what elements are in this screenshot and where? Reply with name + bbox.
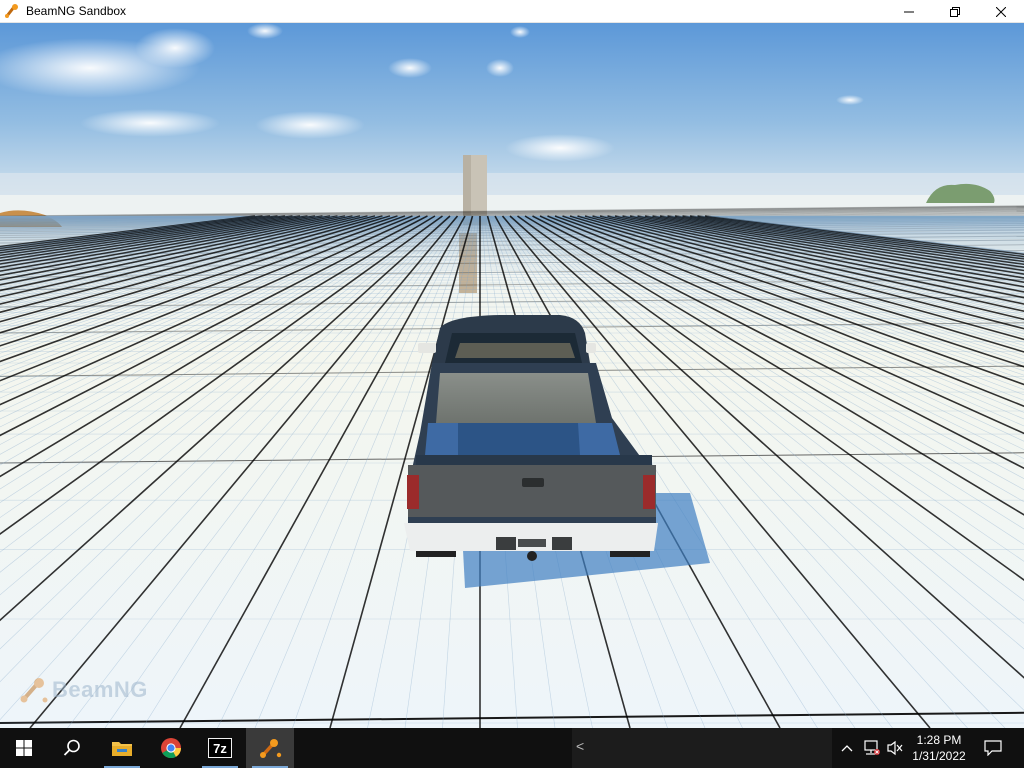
beamng-button[interactable] [246,728,294,768]
search-icon [63,739,80,756]
toolbar-chevron-icon[interactable]: < [576,738,584,754]
network-button[interactable] [860,728,882,768]
search-button[interactable] [48,728,96,768]
start-button[interactable] [0,728,48,768]
7zip-icon: 7z [208,738,232,758]
close-button[interactable] [978,0,1024,23]
beamng-app-icon [4,3,20,19]
window-titlebar: BeamNG Sandbox [0,0,1024,23]
taskbar: 7z < 1:28 PM 1/31/2022 [0,728,1024,768]
clock-time: 1:28 PM [916,733,962,747]
minimize-icon [904,11,914,12]
game-viewport[interactable]: BeamNG [0,23,1024,728]
clock-date: 1/31/2022 [912,749,966,763]
file-explorer-button[interactable] [98,728,146,768]
network-icon [864,740,880,755]
watermark-text: BeamNG [52,677,148,702]
chevron-up-icon [841,745,853,752]
taskbar-toolbar-area [572,728,832,768]
7zip-label: 7z [213,741,227,756]
chrome-icon [161,738,182,759]
volume-muted-icon [887,740,903,756]
volume-button[interactable] [884,728,906,768]
notification-icon [984,740,1002,756]
taskbar-clock[interactable]: 1:28 PM 1/31/2022 [905,732,973,764]
close-icon [996,6,1006,17]
game-scene [0,23,1024,728]
restore-icon [950,6,960,17]
show-hidden-icons-button[interactable] [838,728,856,768]
windows-logo-icon [16,740,32,756]
window-title: BeamNG Sandbox [26,4,127,18]
restore-button[interactable] [932,0,978,23]
beamng-icon [260,739,282,758]
beamng-logo-icon [20,678,48,703]
chrome-button[interactable] [147,728,195,768]
minimize-button[interactable] [886,0,932,23]
action-center-button[interactable] [978,728,1008,768]
7zip-button[interactable]: 7z [196,728,244,768]
folder-icon [112,742,132,756]
beamng-watermark: BeamNG [18,675,148,705]
